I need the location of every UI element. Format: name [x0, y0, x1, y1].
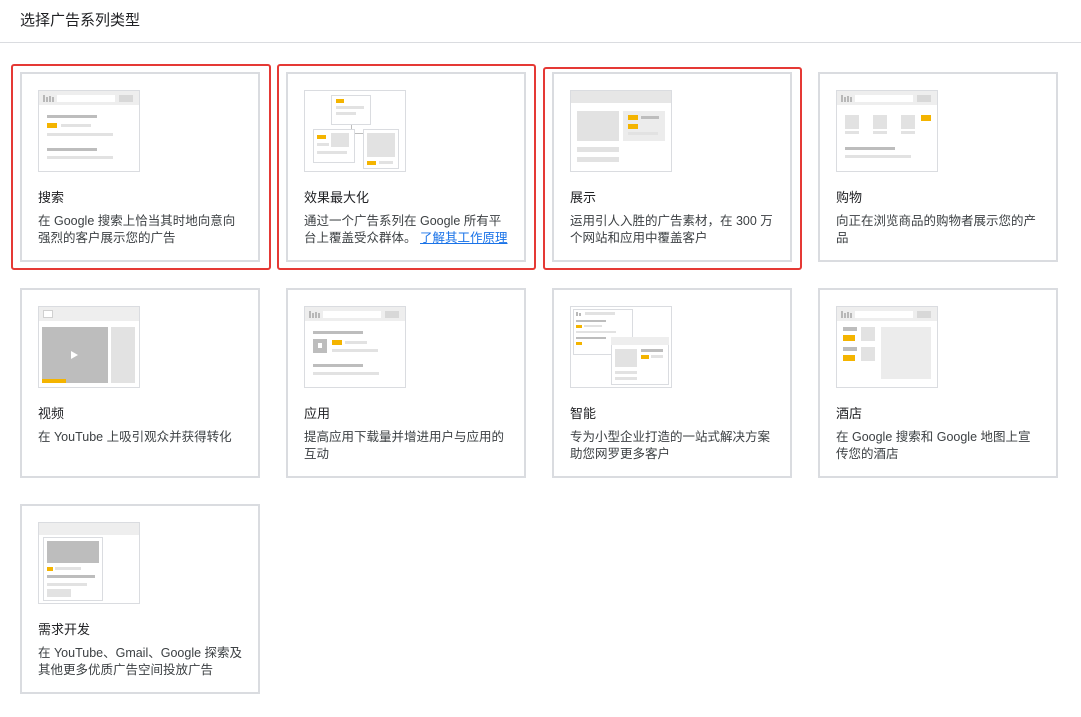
card-description: 专为小型企业打造的一站式解决方案助您网罗更多客户	[570, 430, 771, 461]
card-title: 购物	[836, 190, 863, 205]
card-description: 在 YouTube、Gmail、Google 探索及其他更多优质广告空间投放广告	[38, 646, 243, 677]
demand-gen-illustration-icon	[38, 522, 140, 604]
card-description: 在 Google 搜索和 Google 地图上宣传您的酒店	[836, 430, 1031, 461]
card-description: 向正在浏览商品的购物者展示您的产品	[836, 214, 1037, 245]
card-title: 应用	[304, 406, 331, 421]
campaign-card-demand-gen[interactable]: 需求开发 在 YouTube、Gmail、Google 探索及其他更多优质广告空…	[20, 504, 260, 694]
card-description: 在 YouTube 上吸引观众并获得转化	[38, 430, 232, 444]
page-header: 选择广告系列类型	[0, 0, 1081, 43]
campaign-card-shopping[interactable]: 购物 向正在浏览商品的购物者展示您的产品	[818, 72, 1058, 262]
card-title: 效果最大化	[304, 190, 370, 205]
app-illustration-icon	[304, 306, 406, 388]
campaign-card-search[interactable]: 搜索 在 Google 搜索上恰当其时地向意向强烈的客户展示您的广告	[20, 72, 260, 262]
card-title: 展示	[570, 190, 597, 205]
performance-max-illustration-icon	[304, 90, 406, 172]
smart-illustration-icon	[570, 306, 672, 388]
campaign-card-performance-max[interactable]: 效果最大化 通过一个广告系列在 Google 所有平台上覆盖受众群体。 了解其工…	[286, 72, 526, 262]
campaign-card-app[interactable]: 应用 提高应用下载量并增进用户与应用的互动	[286, 288, 526, 478]
learn-how-it-works-link[interactable]: 了解其工作原理	[420, 231, 508, 245]
search-illustration-icon	[38, 90, 140, 172]
card-description: 通过一个广告系列在 Google 所有平台上覆盖受众群体。 了解其工作原理	[304, 214, 508, 245]
card-title: 搜索	[38, 190, 65, 205]
card-description: 运用引人入胜的广告素材，在 300 万个网站和应用中覆盖客户	[570, 214, 773, 245]
campaign-card-display[interactable]: 展示 运用引人入胜的广告素材，在 300 万个网站和应用中覆盖客户	[552, 72, 792, 262]
display-illustration-icon	[570, 90, 672, 172]
card-title: 智能	[570, 406, 597, 421]
card-description: 提高应用下载量并增进用户与应用的互动	[304, 430, 505, 461]
campaign-card-smart[interactable]: 智能 专为小型企业打造的一站式解决方案助您网罗更多客户	[552, 288, 792, 478]
card-title: 视频	[38, 406, 65, 421]
video-illustration-icon	[38, 306, 140, 388]
campaign-card-video[interactable]: 视频 在 YouTube 上吸引观众并获得转化	[20, 288, 260, 478]
hotel-illustration-icon	[836, 306, 938, 388]
shopping-illustration-icon	[836, 90, 938, 172]
card-title: 需求开发	[38, 622, 91, 637]
campaign-card-hotel[interactable]: 酒店 在 Google 搜索和 Google 地图上宣传您的酒店	[818, 288, 1058, 478]
card-title: 酒店	[836, 406, 863, 421]
page-title: 选择广告系列类型	[20, 12, 141, 29]
card-description: 在 Google 搜索上恰当其时地向意向强烈的客户展示您的广告	[38, 214, 236, 245]
